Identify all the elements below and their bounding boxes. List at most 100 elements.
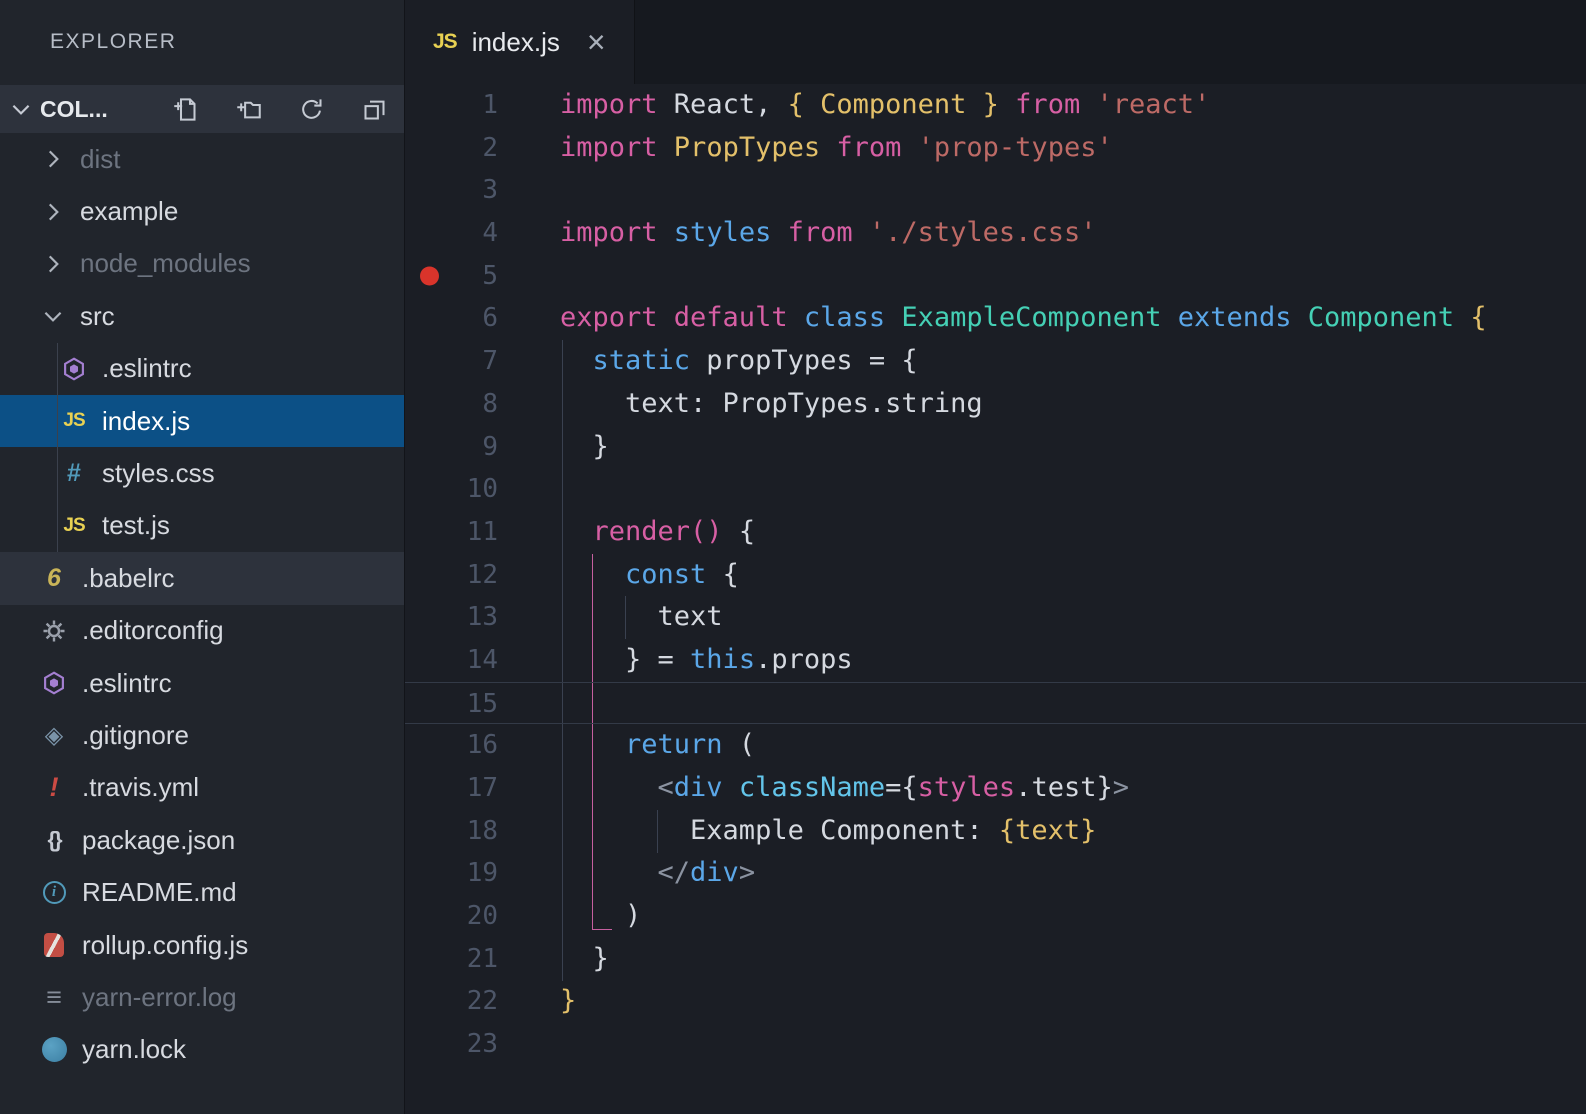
tree-file-.eslintrc[interactable]: .eslintrc (0, 343, 404, 395)
line-number[interactable]: 7 (405, 340, 498, 383)
tree-file-.eslintrc[interactable]: .eslintrc (0, 657, 404, 709)
code-lines: 1 import React, { Component } from 'react… (405, 84, 1586, 1066)
line-number[interactable]: 4 (405, 212, 498, 255)
chevron-down-icon[interactable] (40, 303, 66, 329)
line-number[interactable]: 17 (405, 767, 498, 810)
code-line-22[interactable]: 22} (405, 980, 1586, 1023)
workspace-name: COL... (40, 95, 108, 122)
code-line-14[interactable]: 14 } = this.props (405, 639, 1586, 682)
code-line-5[interactable]: 5 (405, 255, 1586, 298)
line-number[interactable]: 6 (405, 297, 498, 340)
code-text: import styles from './styles.css' (560, 217, 1097, 249)
chevron-right-icon[interactable] (40, 199, 66, 225)
code-line-2[interactable]: 2 import PropTypes from 'prop-types' (405, 127, 1586, 170)
tree-folder-src[interactable]: src (0, 290, 404, 342)
tree-file-test.js[interactable]: JS test.js (0, 500, 404, 552)
code-text: } (560, 985, 577, 1017)
yarn-icon (38, 1034, 70, 1066)
tree-file-.travis.yml[interactable]: ! .travis.yml (0, 762, 404, 814)
tree-file-.editorconfig[interactable]: .editorconfig (0, 605, 404, 657)
line-number[interactable]: 8 (405, 383, 498, 426)
chevron-right-icon[interactable] (40, 251, 66, 277)
line-number[interactable]: 22 (405, 980, 498, 1023)
code-line-21[interactable]: 21 } (405, 938, 1586, 981)
tree-folder-example[interactable]: example (0, 185, 404, 237)
refresh-icon[interactable] (298, 96, 325, 123)
line-number[interactable]: 21 (405, 938, 498, 981)
breakpoint-icon[interactable] (420, 266, 439, 286)
new-file-icon[interactable] (172, 96, 199, 123)
line-number[interactable]: 20 (405, 895, 498, 938)
tree-file-package.json[interactable]: {} package.json (0, 814, 404, 866)
code-line-7[interactable]: 7 static propTypes = { (405, 340, 1586, 383)
code-line-16[interactable]: 16 return ( (405, 724, 1586, 767)
code-line-8[interactable]: 8 text: PropTypes.string (405, 383, 1586, 426)
travis-icon: ! (49, 772, 59, 803)
close-icon[interactable]: × (587, 26, 606, 58)
line-number[interactable]: 14 (405, 639, 498, 682)
line-number[interactable]: 3 (405, 169, 498, 212)
code-editor[interactable]: 1 import React, { Component } from 'react… (405, 84, 1586, 1114)
tree-file-yarn.lock[interactable]: yarn.lock (0, 1024, 404, 1076)
tree-file-yarn-error.log[interactable]: ≡ yarn-error.log (0, 971, 404, 1023)
code-line-18[interactable]: 18 Example Component: {text} (405, 810, 1586, 853)
readme-icon: i (38, 877, 70, 909)
line-number[interactable]: 11 (405, 511, 498, 554)
code-line-10[interactable]: 10 (405, 468, 1586, 511)
line-number[interactable]: 13 (405, 596, 498, 639)
chevron-right-icon[interactable] (40, 146, 66, 172)
code-text: import PropTypes from 'prop-types' (560, 131, 1113, 163)
code-line-1[interactable]: 1 import React, { Component } from 'react… (405, 84, 1586, 127)
line-number[interactable]: 23 (405, 1023, 498, 1066)
css-icon: # (67, 459, 81, 488)
js-icon: JS (63, 514, 85, 536)
file-label: index.js (102, 405, 191, 436)
code-line-12[interactable]: 12 const { (405, 554, 1586, 597)
line-number[interactable]: 15 (405, 683, 498, 724)
tree-file-styles.css[interactable]: # styles.css (0, 447, 404, 499)
code-line-17[interactable]: 17 <div className={styles.test}> (405, 767, 1586, 810)
code-line-9[interactable]: 9 } (405, 426, 1586, 469)
line-number[interactable]: 1 (405, 84, 498, 127)
tree-folder-node_modules[interactable]: node_modules (0, 238, 404, 290)
code-line-13[interactable]: 13 text (405, 596, 1586, 639)
explorer-section-header[interactable]: COL... (0, 85, 404, 133)
line-number[interactable]: 16 (405, 724, 498, 767)
eslint-icon (58, 353, 90, 385)
line-number[interactable]: 10 (405, 468, 498, 511)
file-label: .travis.yml (82, 772, 199, 803)
code-text: ) (560, 900, 642, 932)
tree-file-rollup.config.js[interactable]: rollup.config.js (0, 919, 404, 971)
code-line-20[interactable]: 20 ) (405, 895, 1586, 938)
new-folder-icon[interactable] (235, 96, 262, 123)
file-label: node_modules (80, 248, 251, 279)
gitignore-icon: ◈ (44, 721, 64, 749)
code-line-6[interactable]: 6 export default class ExampleComponent e… (405, 297, 1586, 340)
tree-file-.babelrc[interactable]: 6 .babelrc (0, 552, 404, 605)
tab-index-js[interactable]: JS index.js × (405, 0, 635, 84)
line-number[interactable]: 12 (405, 554, 498, 597)
code-line-11[interactable]: 11 render() { (405, 511, 1586, 554)
line-number[interactable]: 2 (405, 127, 498, 170)
tab-bar: JS index.js × (405, 0, 1586, 84)
editor-group: JS index.js × 1 import React, { Component… (405, 0, 1586, 1114)
code-line-19[interactable]: 19 </div> (405, 852, 1586, 895)
collapse-folders-icon[interactable] (361, 96, 388, 123)
code-line-23[interactable]: 23 (405, 1023, 1586, 1066)
line-number[interactable]: 5 (405, 255, 498, 298)
code-line-15[interactable]: 15 (405, 681, 1586, 725)
tree-folder-dist[interactable]: dist (0, 133, 404, 185)
eslint-icon (38, 667, 70, 699)
code-line-3[interactable]: 3 (405, 169, 1586, 212)
code-text: } = this.props (560, 643, 853, 675)
line-number[interactable]: 19 (405, 852, 498, 895)
tree-file-index.js[interactable]: JS index.js (0, 394, 404, 448)
tree-file-.gitignore[interactable]: ◈ .gitignore (0, 709, 404, 761)
file-label: yarn.lock (82, 1034, 187, 1065)
line-number[interactable]: 18 (405, 810, 498, 853)
tree-file-README.md[interactable]: i README.md (0, 866, 404, 918)
file-label: styles.css (102, 458, 215, 489)
file-tree: dist example node_modules src .eslintrc JS ind… (0, 133, 404, 1114)
line-number[interactable]: 9 (405, 426, 498, 469)
code-line-4[interactable]: 4 import styles from './styles.css' (405, 212, 1586, 255)
